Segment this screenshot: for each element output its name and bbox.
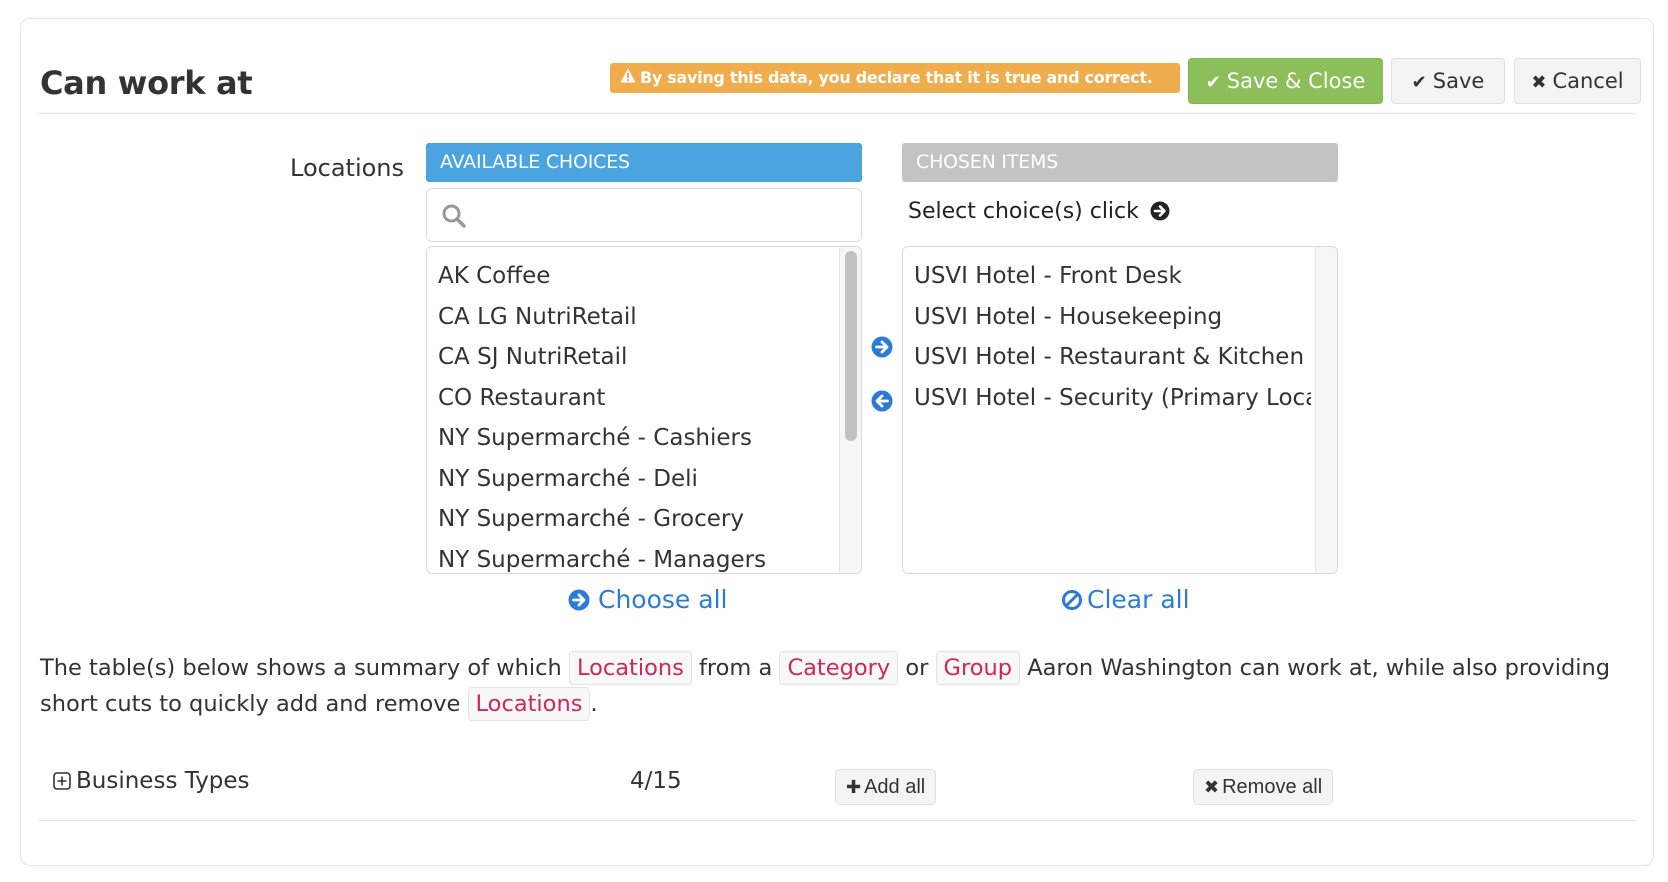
available-choices-header: AVAILABLE CHOICES [426, 143, 862, 182]
arrow-circle-left-icon [871, 390, 893, 412]
move-to-chosen-button[interactable] [871, 336, 893, 358]
chosen-list-scrollbar[interactable] [1315, 247, 1337, 573]
arrow-circle-right-icon [871, 336, 893, 358]
locations-tag: Locations [568, 651, 692, 685]
page-title: Can work at [40, 64, 253, 102]
locations-tag: Locations [467, 687, 591, 721]
list-item[interactable]: AK Coffee [427, 256, 835, 297]
list-item[interactable]: USVI Hotel - Housekeeping [903, 297, 1311, 338]
list-item[interactable]: NY Supermarché - Grocery [427, 499, 835, 540]
plus-square-icon [53, 770, 71, 796]
declaration-warning: By saving this data, you declare that it… [610, 63, 1180, 93]
list-item[interactable]: CA LG NutriRetail [427, 297, 835, 338]
times-icon: ✖ [1204, 777, 1220, 797]
available-list-scrollbar[interactable] [839, 247, 861, 573]
save-and-close-button[interactable]: ✔ Save & Close [1188, 58, 1383, 104]
remove-all-button[interactable]: ✖ Remove all [1193, 769, 1334, 805]
group-tag: Group [935, 651, 1021, 685]
list-item[interactable]: CA SJ NutriRetail [427, 337, 835, 378]
list-item[interactable]: NY Supermarché - Deli [427, 459, 835, 500]
chosen-items-header: CHOSEN ITEMS [902, 143, 1338, 182]
chosen-items-list[interactable]: USVI Hotel - Front Desk USVI Hotel - Hous… [902, 246, 1338, 574]
list-item[interactable]: USVI Hotel - Restaurant & Kitchen [903, 337, 1311, 378]
header-divider [39, 113, 1636, 114]
locations-label: Locations [290, 154, 405, 182]
warning-triangle-icon [620, 63, 636, 93]
list-item[interactable]: USVI Hotel - Front Desk [903, 256, 1311, 297]
available-search[interactable] [426, 188, 862, 242]
list-item[interactable]: CO Restaurant [427, 378, 835, 419]
category-tag: Category [779, 651, 899, 685]
list-item[interactable]: USVI Hotel - Security (Primary Location) [903, 378, 1311, 419]
business-types-toggle[interactable]: Business Types [53, 768, 250, 796]
plus-icon: ✚ [846, 777, 862, 797]
search-icon [441, 203, 467, 229]
available-choices-list[interactable]: AK Coffee CA LG NutriRetail CA SJ NutriRet… [426, 246, 862, 574]
choose-all-link[interactable]: Choose all [568, 585, 727, 614]
check-icon: ✔ [1411, 72, 1427, 93]
arrow-circle-right-icon [568, 589, 590, 611]
clear-all-link[interactable]: Clear all [1061, 585, 1190, 614]
arrow-circle-right-icon [1150, 201, 1170, 227]
add-all-button[interactable]: ✚ Add all [835, 769, 937, 805]
scrollbar-thumb[interactable] [845, 251, 857, 441]
times-icon: ✖ [1531, 72, 1547, 93]
list-item[interactable]: NY Supermarché - Cashiers [427, 418, 835, 459]
summary-description: The table(s) below shows a summary of wh… [40, 650, 1640, 722]
select-choices-hint: Select choice(s) click [908, 199, 1170, 227]
row-divider [39, 820, 1636, 821]
move-to-available-button[interactable] [871, 390, 893, 412]
list-item[interactable]: NY Supermarché - Managers [427, 540, 835, 574]
business-types-count: 4/15 [630, 768, 682, 794]
cancel-button[interactable]: ✖ Cancel [1514, 58, 1641, 104]
ban-icon [1062, 590, 1082, 610]
save-button[interactable]: ✔ Save [1391, 58, 1505, 104]
search-input[interactable] [473, 197, 853, 235]
warning-text: By saving this data, you declare that it… [640, 68, 1153, 87]
check-icon: ✔ [1205, 72, 1221, 93]
